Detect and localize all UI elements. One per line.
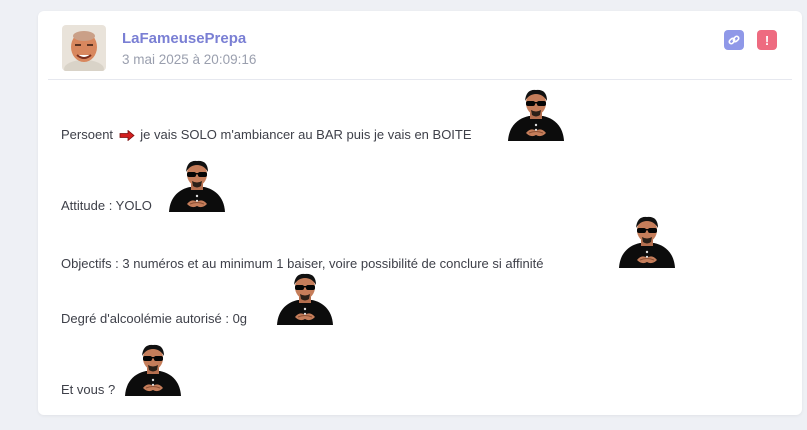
post-content: Persoent je vais SOLO m'ambiancer au BAR… [38,11,802,415]
content-text: Persoent [61,127,114,142]
post-card: LaFameusePrepa 3 mai 2025 à 20:09:16 ! P… [38,11,802,415]
sticker-image [616,216,678,268]
content-line: Objectifs : 3 numéros et au minimum 1 ba… [61,256,544,271]
content-line: Attitude : YOLO [61,198,152,213]
right-arrow-icon [119,130,135,141]
sticker-image [505,89,567,141]
sticker-image [166,160,228,212]
sticker-image [122,344,184,396]
content-line: Degré d'alcoolémie autorisé : 0g [61,311,248,326]
content-line: Persoent je vais SOLO m'ambiancer au BAR… [61,127,472,142]
content-line: Et vous ? [61,382,116,397]
sticker-image [274,273,336,325]
content-text: je vais SOLO m'ambiancer au BAR puis je … [140,127,472,142]
